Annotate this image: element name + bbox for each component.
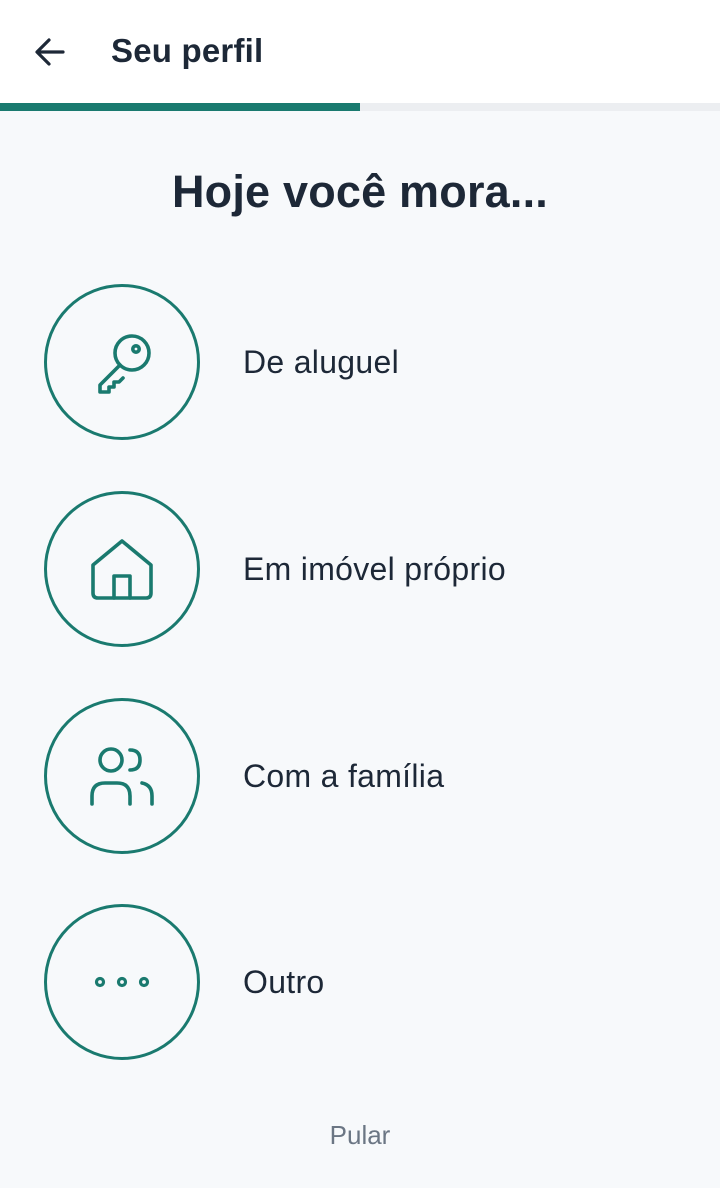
- option-family[interactable]: Com a família: [44, 695, 684, 857]
- more-dots-icon: [94, 976, 150, 988]
- progress-bar-fill: [0, 103, 360, 111]
- house-icon: [91, 539, 153, 600]
- option-icon-circle: [44, 698, 200, 854]
- option-other[interactable]: Outro: [44, 901, 684, 1063]
- key-icon: [98, 334, 151, 394]
- option-label: De aluguel: [243, 343, 399, 380]
- option-rent[interactable]: De aluguel: [44, 281, 684, 443]
- progress-bar: [0, 103, 720, 111]
- option-icon-circle: [44, 491, 200, 647]
- option-label: Em imóvel próprio: [243, 550, 506, 587]
- question-title: Hoje você mora...: [171, 166, 549, 217]
- skip-button[interactable]: Pular: [0, 1118, 720, 1152]
- option-own-home[interactable]: Em imóvel próprio: [44, 488, 684, 650]
- option-icon-circle: [44, 904, 200, 1060]
- page-title: Seu perfil: [111, 32, 264, 69]
- arrow-left-icon: [35, 38, 65, 66]
- option-icon-circle: [44, 284, 200, 440]
- option-label: Outro: [243, 963, 325, 1000]
- option-label: Com a família: [243, 757, 445, 794]
- app-bar: Seu perfil: [0, 0, 720, 103]
- users-icon: [90, 747, 154, 806]
- back-button[interactable]: [26, 28, 74, 76]
